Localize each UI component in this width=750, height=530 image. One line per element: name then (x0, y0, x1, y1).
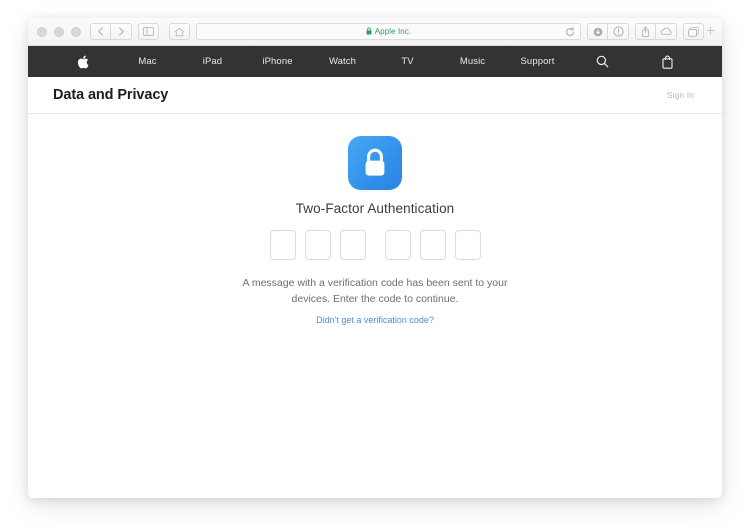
code-digit-4[interactable] (384, 230, 411, 260)
code-digit-5[interactable] (419, 230, 446, 260)
nav-item-label: Mac (138, 56, 157, 67)
lock-icon (348, 136, 402, 190)
browser-window: Apple Inc. Mac iPad iPhone Watch TV Musi… (28, 18, 722, 498)
code-digit-6[interactable] (454, 230, 481, 260)
auth-content: Two-Factor Authentication A message with… (28, 114, 722, 325)
url-lock-icon (366, 27, 372, 37)
downloads-button[interactable] (587, 23, 608, 40)
back-button[interactable] (90, 23, 111, 40)
page-title: Data and Privacy (53, 87, 169, 103)
icloud-icon (660, 27, 673, 36)
share-icon (641, 26, 650, 37)
nav-item-watch[interactable]: Watch (310, 46, 375, 77)
close-window-button[interactable] (37, 26, 47, 37)
nav-item-label: Music (459, 56, 486, 67)
code-digit-3[interactable] (339, 230, 366, 260)
plus-icon (706, 22, 715, 40)
home-icon (174, 27, 185, 37)
code-digit-2[interactable] (304, 230, 331, 260)
nav-item-music[interactable]: Music (440, 46, 505, 77)
chevron-left-icon (97, 27, 104, 36)
code-digit-1[interactable] (269, 230, 296, 260)
nav-item-label: Support (520, 56, 555, 67)
nav-item-label: iPhone (262, 56, 293, 67)
auth-heading: Two-Factor Authentication (295, 201, 455, 216)
nav-item-apple-logo[interactable] (50, 46, 115, 77)
nav-item-shopping-bag[interactable] (635, 46, 700, 77)
tabs-icon (688, 26, 699, 37)
sidebar-icon (143, 27, 154, 36)
chevron-right-icon (118, 27, 125, 36)
icloud-button[interactable] (656, 23, 677, 40)
window-traffic-lights (37, 26, 81, 37)
browser-toolbar: Apple Inc. (28, 18, 722, 46)
toolbar-right-buttons (587, 23, 704, 40)
nav-item-search[interactable] (570, 46, 635, 77)
info-button[interactable] (608, 23, 629, 40)
nav-item-support[interactable]: Support (505, 46, 570, 77)
page-body: Data and Privacy Sign In Two-Factor Auth… (28, 77, 722, 498)
forward-button[interactable] (111, 23, 132, 40)
downloads-icon (593, 27, 603, 37)
nav-item-mac[interactable]: Mac (115, 46, 180, 77)
search-icon (596, 55, 609, 68)
show-tabs-button[interactable] (683, 23, 704, 40)
new-tab-button[interactable] (706, 23, 715, 41)
url-label: Apple Inc. (374, 27, 412, 36)
shopping-bag-icon (662, 55, 673, 69)
zoom-window-button[interactable] (71, 26, 81, 37)
minimize-window-button[interactable] (54, 26, 64, 37)
apple-logo-icon (77, 55, 89, 69)
sign-in-link[interactable]: Sign In (667, 90, 694, 100)
nav-item-label: iPad (202, 56, 223, 67)
nav-item-iphone[interactable]: iPhone (245, 46, 310, 77)
nav-item-label: TV (401, 56, 414, 67)
verification-code-inputs (269, 230, 481, 260)
info-icon (612, 26, 624, 37)
auth-message: A message with a verification code has b… (242, 277, 508, 305)
nav-item-tv[interactable]: TV (375, 46, 440, 77)
nav-item-label: Watch (328, 56, 357, 67)
navigation-buttons (90, 23, 132, 40)
page-header: Data and Privacy Sign In (28, 77, 722, 114)
apple-global-nav: Mac iPad iPhone Watch TV Music Support (28, 46, 722, 77)
share-button[interactable] (635, 23, 656, 40)
resend-code-link[interactable]: Didn't get a verification code? (316, 315, 434, 325)
reload-button[interactable] (565, 26, 575, 37)
sidebar-toggle-button[interactable] (138, 23, 159, 40)
address-bar[interactable]: Apple Inc. (196, 23, 581, 40)
address-bar-content: Apple Inc. (366, 27, 412, 37)
nav-item-ipad[interactable]: iPad (180, 46, 245, 77)
home-button[interactable] (169, 23, 190, 40)
